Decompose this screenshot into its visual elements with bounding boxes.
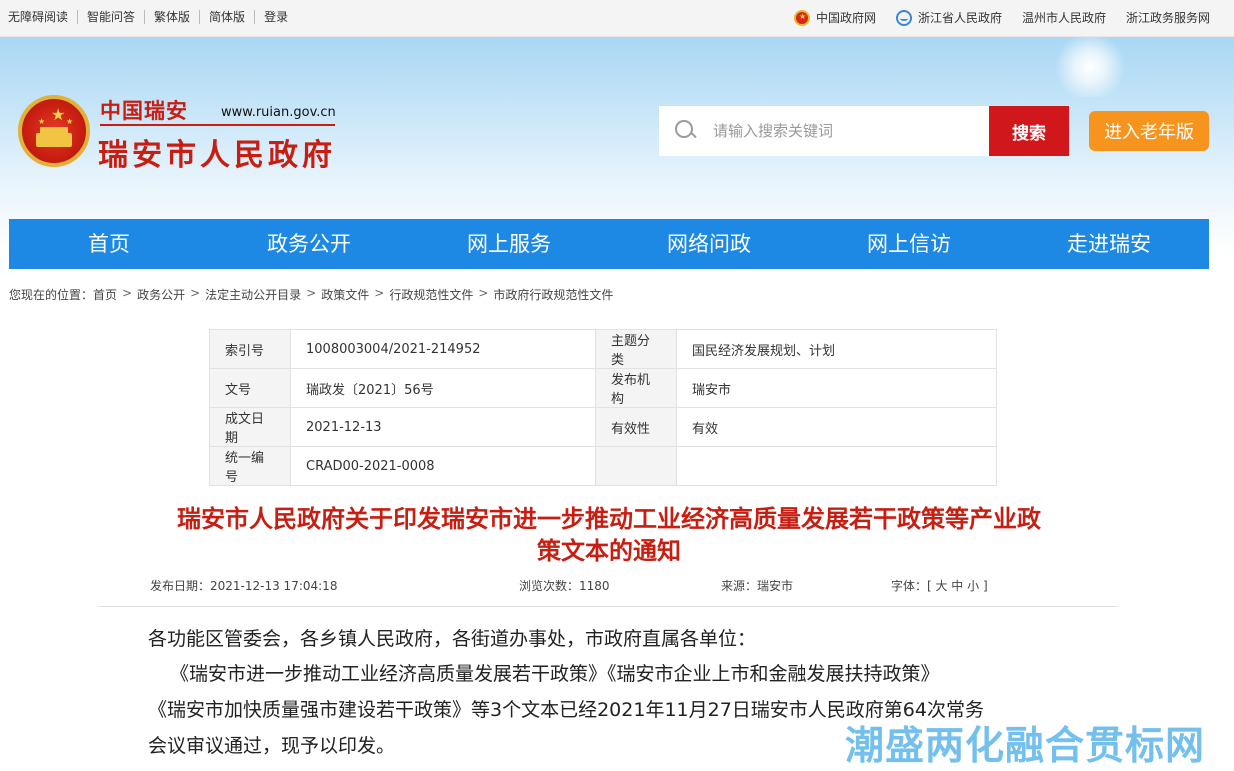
table-row: 成文日期 2021-12-13 有效性 有效 [209,407,997,447]
view-count: 浏览次数：1180 [519,579,610,593]
info-key: 文号 [209,368,291,408]
info-value: 瑞政发〔2021〕56号 [290,368,596,408]
star-icon: ★ [51,105,66,124]
logo-small-text: 中国瑞安 [100,98,188,123]
gov-link-wenzhou[interactable]: 温州市人民政府 [1022,9,1106,26]
breadcrumb-item[interactable]: 法定主动公开目录 [205,286,301,303]
article-title-line: 瑞安市人民政府关于印发瑞安市进一步推动工业经济高质量发展若干政策等产业政 [177,505,1041,533]
utility-links: 无障碍阅读 智能问答 繁体版 简体版 登录 [8,10,297,24]
info-value: 1008003004/2021-214952 [290,329,596,369]
info-key: 统一编号 [209,446,291,486]
breadcrumb-separator: > [190,286,201,300]
watermark: 潮盛两化融合贯标网 [845,724,1206,769]
nav-item-online-services[interactable]: 网上服务 [409,219,609,269]
publish-date: 发布日期：2021-12-13 17:04:18 [150,579,338,593]
gov-link-label: 中国政府网 [815,11,876,25]
nav-item-about-ruian[interactable]: 走进瑞安 [1009,219,1209,269]
nav-item-online-petition[interactable]: 网上信访 [809,219,1009,269]
elder-mode-button[interactable]: 进入老年版 [1089,111,1209,151]
breadcrumb-separator: > [478,286,489,300]
nav-item-gov-affairs[interactable]: 政务公开 [209,219,409,269]
search-button[interactable]: 搜索 [989,106,1069,156]
breadcrumb-prefix: 您现在的位置： [9,288,94,302]
breadcrumb-item[interactable]: 行政规范性文件 [389,286,473,303]
tiananmen-icon [36,127,72,147]
divider [98,606,1118,607]
info-value: 瑞安市 [676,368,997,408]
info-key: 有效性 [595,407,677,447]
star-icon: ★ [66,117,74,126]
nav-item-home[interactable]: 首页 [9,219,209,269]
info-value: 2021-12-13 [290,407,596,447]
gov-link-china[interactable]: 中国政府网 [793,9,876,26]
article-paragraph: 会议审议通过，现予以印发。 [148,735,396,757]
star-icon: ★ [38,117,46,126]
breadcrumb-separator: > [306,286,317,300]
traditional-chinese-link[interactable]: 繁体版 [144,10,199,24]
info-key: 主题分类 [595,329,677,369]
accessibility-link[interactable]: 无障碍阅读 [8,10,77,24]
info-key: 索引号 [209,329,291,369]
breadcrumb-separator: > [374,286,385,300]
document-info-table: 索引号 1008003004/2021-214952 主题分类 国民经济发展规划… [209,329,997,486]
table-row: 统一编号 CRAD00-2021-0008 [209,446,997,486]
table-row: 索引号 1008003004/2021-214952 主题分类 国民经济发展规划… [209,329,997,369]
gov-link-zhejiang[interactable]: 浙江省人民政府 [895,9,1002,26]
article-source: 来源：瑞安市 [721,579,794,593]
search-box [659,106,989,156]
article-title-line: 策文本的通知 [537,537,681,565]
search-input[interactable] [711,121,975,141]
zhejiang-logo-icon [895,9,912,26]
article-paragraph: 《瑞安市进一步推动工业经济高质量发展若干政策》《瑞安市企业上市和金融发展扶持政策… [170,663,940,685]
breadcrumb: 您现在的位置： 首页 > 政务公开 > 法定主动公开目录 > 政策文件 > 行政… [9,286,613,303]
login-link[interactable]: 登录 [254,10,297,24]
gov-link-zjservice[interactable]: 浙江政务服务网 [1126,9,1210,26]
info-key: 成文日期 [209,407,291,447]
info-value [676,446,997,486]
article-paragraph: 各功能区管委会，各乡镇人民政府，各街道办事处，市政府直属各单位： [148,628,757,650]
breadcrumb-item[interactable]: 市政府行政规范性文件 [493,286,613,303]
smart-qa-link[interactable]: 智能问答 [77,10,144,24]
gov-link-label: 浙江省人民政府 [917,11,1002,25]
main-nav: 首页 政务公开 网上服务 网络问政 网上信访 走进瑞安 [9,219,1209,269]
info-key [595,446,677,486]
info-value: 有效 [676,407,997,447]
info-value: CRAD00-2021-0008 [290,446,596,486]
font-size-switcher[interactable]: 字体：[ 大 中 小 ] [891,577,988,594]
logo-title[interactable]: 瑞安市人民政府 [98,130,336,174]
sun-glow-decoration [1050,37,1130,97]
search-icon [675,120,697,142]
breadcrumb-item[interactable]: 首页 [93,286,117,303]
national-emblem-icon [793,9,810,26]
nav-item-online-inquiry[interactable]: 网络问政 [609,219,809,269]
logo-url: www.ruian.gov.cn [221,105,336,120]
gov-links: 中国政府网 浙江省人民政府 温州市人民政府 浙江政务服务网 [774,9,1210,26]
table-row: 文号 瑞政发〔2021〕56号 发布机构 瑞安市 [209,368,997,408]
top-utility-bar: 无障碍阅读 智能问答 繁体版 简体版 登录 中国政府网 浙江省人民政府 温州市人… [0,0,1234,37]
breadcrumb-separator: > [122,286,133,300]
gov-link-label: 浙江政务服务网 [1125,11,1210,25]
breadcrumb-item[interactable]: 政务公开 [137,286,185,303]
national-emblem-logo: ★ ★ ★ [18,95,90,167]
article-title: 瑞安市人民政府关于印发瑞安市进一步推动工业经济高质量发展若干政策等产业政 策文本… [100,503,1118,567]
logo-divider [100,124,335,126]
gov-link-label: 温州市人民政府 [1021,11,1106,25]
breadcrumb-item[interactable]: 政策文件 [321,286,369,303]
simplified-chinese-link[interactable]: 简体版 [199,10,254,24]
info-key: 发布机构 [595,368,677,408]
info-value: 国民经济发展规划、计划 [676,329,997,369]
